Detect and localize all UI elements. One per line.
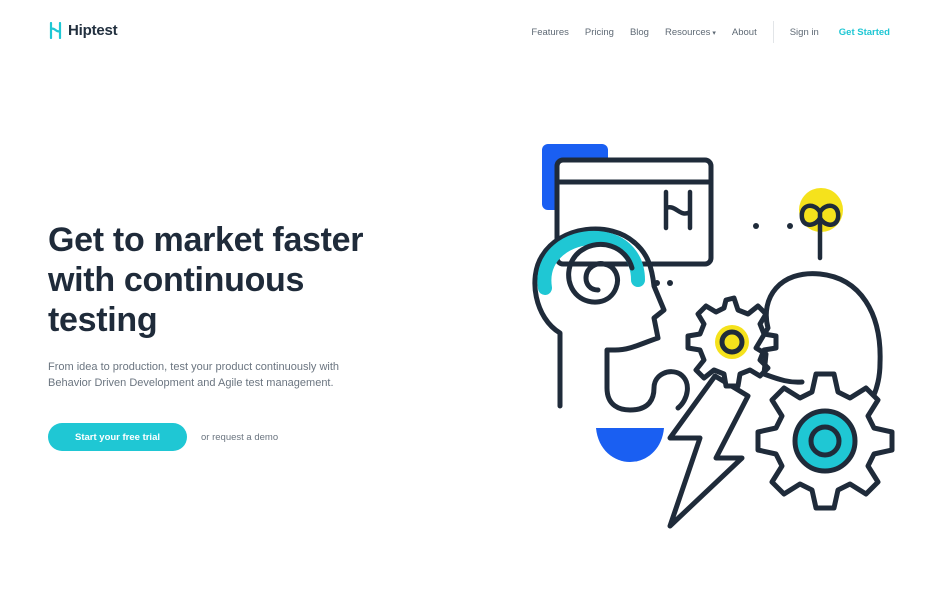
hero-title-line-1: Get to market faster <box>48 221 364 259</box>
large-gear-shape <box>755 371 895 511</box>
chevron-down-icon: ▾ <box>712 29 716 37</box>
hiptest-logo-icon <box>49 22 62 39</box>
lightning-bolt-shape <box>667 373 751 529</box>
start-free-trial-button[interactable]: Start your free trial <box>48 423 187 451</box>
get-started-link[interactable]: Get Started <box>839 27 890 38</box>
top-navigation-bar: Hiptest Features Pricing Blog Resources ▾… <box>0 0 938 66</box>
brand-name: Hiptest <box>68 22 118 39</box>
nav-divider <box>772 21 774 43</box>
continuous-testing-illustration <box>532 144 895 529</box>
nav-resources-label: Resources <box>664 26 711 38</box>
nav-blog[interactable]: Blog <box>630 27 649 38</box>
connector-pipe <box>604 369 690 413</box>
hero-subtitle-line-1: From idea to production, test your produ… <box>48 361 340 373</box>
nav-pricing[interactable]: Pricing <box>585 27 614 38</box>
hero-title-line-2: with continuous <box>48 261 305 299</box>
main-nav: Features Pricing Blog Resources ▾ About S… <box>515 21 890 43</box>
blue-bowl-shape <box>596 428 664 462</box>
nav-features[interactable]: Features <box>531 27 569 38</box>
hero-title: Get to market faster with continuous tes… <box>48 220 468 340</box>
nav-about[interactable]: About <box>732 27 757 38</box>
brand-logo[interactable]: Hiptest <box>48 22 118 39</box>
nav-resources[interactable]: Resources ▾ <box>665 27 716 38</box>
hero-subtitle: From idea to production, test your produ… <box>48 359 388 391</box>
sign-in-link[interactable]: Sign in <box>790 27 819 38</box>
hero-title-line-3: testing <box>48 301 158 339</box>
request-demo-link[interactable]: or request a demo <box>201 432 278 443</box>
hero-subtitle-line-2: Behavior Driven Development and Agile te… <box>48 377 334 389</box>
